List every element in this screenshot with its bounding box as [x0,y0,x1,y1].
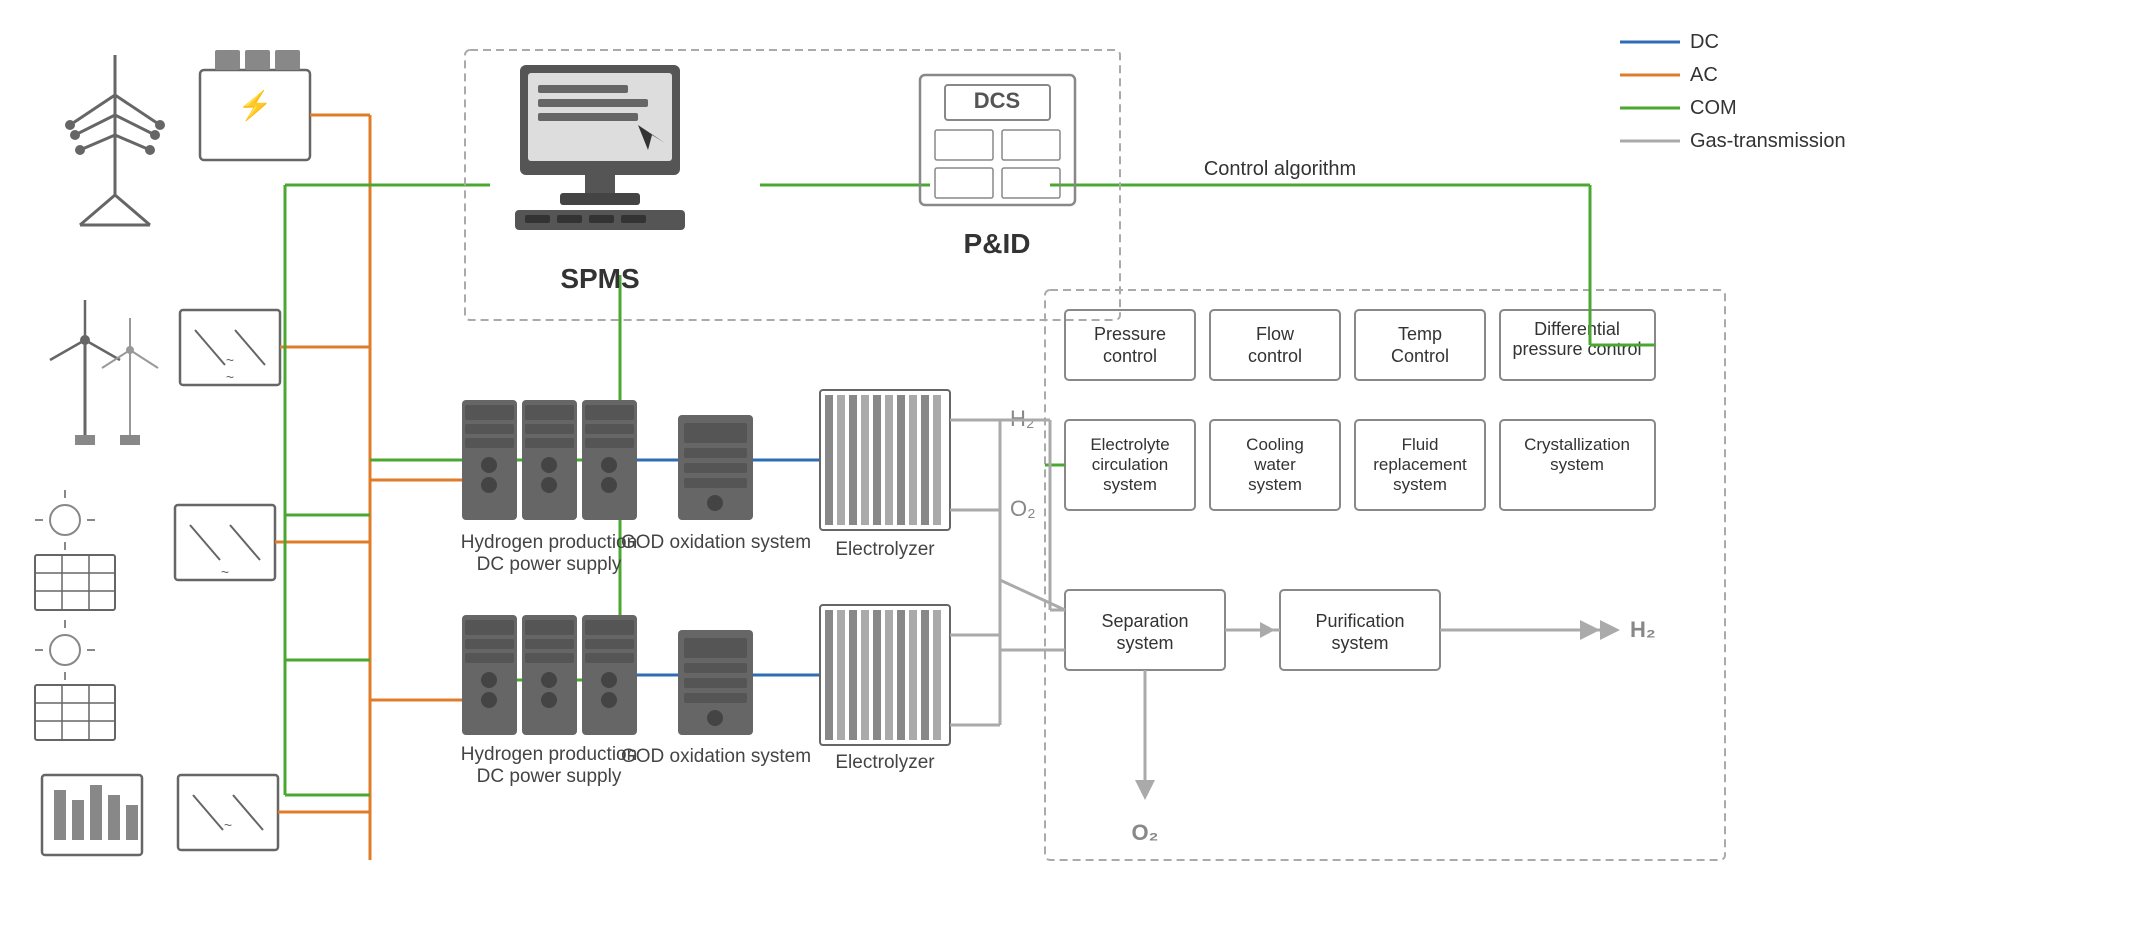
sep-to-pur-arrow [1260,622,1275,638]
svg-text:system: system [1103,475,1157,494]
flow-control-label: Flow [1256,324,1295,344]
pid-label: P&ID [964,228,1031,259]
electrolyzer-bottom-label: Electrolyzer [835,752,935,773]
svg-text:DC power supply: DC power supply [477,554,622,575]
svg-text:system: system [1248,475,1302,494]
legend-gas: Gas-transmission [1690,130,1846,152]
svg-text:system: system [1550,455,1604,474]
svg-text:water: water [1253,455,1296,474]
o2-arrow-down [1135,780,1155,800]
svg-text:Control: Control [1391,346,1449,366]
svg-text:system: system [1116,633,1173,653]
electrolyzer-top [820,390,950,530]
solar-panels-top [35,490,115,610]
purification-label: Purification [1315,611,1404,631]
svg-text:system: system [1331,633,1388,653]
h2-dc-top [462,400,637,520]
differential-pressure-label: Differential [1534,319,1620,339]
h2-dc-bottom [462,615,637,735]
spms-label: SPMS [560,263,639,294]
control-algorithm-label: Control algorithm [1204,158,1356,180]
svg-text:~: ~ [226,352,234,368]
spms-computer [515,65,685,230]
svg-text:~: ~ [226,369,234,385]
h2-to-separation [1000,580,1065,610]
right-systems-box [1045,290,1725,860]
h2-arrow-tip [1600,620,1620,640]
pressure-control-label: Pressure [1094,324,1166,344]
god-top-label: GOD oxidation system [621,532,811,553]
h2-output-arrow [1580,620,1600,640]
legend: DC AC COM Gas-transmission [1620,31,1846,152]
god-bottom-label: GOD oxidation system [621,746,811,767]
power-tower [65,55,165,225]
grid-generator [42,775,142,855]
legend-dc: DC [1690,31,1719,53]
svg-text:control: control [1248,346,1302,366]
diagram-container: DC AC COM Gas-transmission ⚡ [0,0,2141,940]
solar-inverter-top: ~ [175,505,275,580]
o2-label-top: O₂ [1010,496,1036,521]
legend-ac: AC [1690,64,1718,86]
electrolyte-circulation-label: Electrolyte [1090,435,1169,454]
legend-com: COM [1690,97,1737,119]
svg-text:~: ~ [224,817,232,833]
wind-inverter: ~ ~ [180,310,280,385]
crystallization-label: Crystallization [1524,435,1630,454]
wind-turbines [50,300,158,445]
svg-text:pressure control: pressure control [1512,339,1641,359]
svg-text:DC power supply: DC power supply [477,766,622,787]
o2-label-bottom: O₂ [1132,820,1159,845]
h2-dc-bottom-label: Hydrogen production [461,744,637,765]
svg-text:replacement: replacement [1373,455,1467,474]
svg-text:control: control [1103,346,1157,366]
transformer-top: ⚡ [200,50,310,160]
cooling-water-label: Cooling [1246,435,1304,454]
flow-control-box [1210,310,1340,380]
svg-text:circulation: circulation [1092,455,1169,474]
separation-label: Separation [1101,611,1188,631]
h2-output-label: H₂ [1630,617,1656,642]
god-oxidation-top [678,415,753,520]
temp-control-box [1355,310,1485,380]
svg-text:DCS: DCS [974,88,1020,113]
bottom-inverter: ~ [178,775,278,850]
svg-text:~: ~ [221,564,229,580]
electrolyzer-bottom [820,605,950,745]
h2-dc-top-label: Hydrogen production [461,532,637,553]
god-oxidation-bottom [678,630,753,735]
solar-panels-bottom [35,620,115,740]
electrolyzer-top-label: Electrolyzer [835,539,935,560]
svg-text:system: system [1393,475,1447,494]
temp-control-label: Temp [1398,324,1442,344]
fluid-replacement-label: Fluid [1402,435,1439,454]
svg-text:⚡: ⚡ [238,89,273,122]
